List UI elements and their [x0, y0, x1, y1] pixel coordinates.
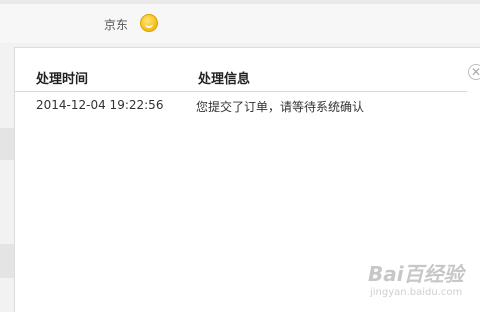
table-header: 处理时间 处理信息	[15, 63, 467, 92]
watermark-url: jingyan.baidu.com	[370, 287, 463, 298]
background-row-strip	[0, 244, 14, 278]
column-header-time: 处理时间	[36, 72, 89, 87]
row-time: 2014-12-04 19:22:56	[36, 98, 164, 112]
table-row: 2014-12-04 19:22:56 您提交了订单，请等待系统确认	[15, 97, 467, 117]
watermark-logo: Bai百经验	[368, 262, 464, 286]
smiley-chat-icon[interactable]	[140, 14, 158, 32]
baidu-jingyan-watermark: Bai百经验 jingyan.baidu.com	[366, 258, 476, 304]
column-header-info: 处理信息	[198, 72, 251, 87]
background-row-strip	[0, 128, 14, 160]
top-bar: 京东	[0, 0, 480, 43]
seller-name[interactable]: 京东	[104, 16, 128, 33]
close-icon[interactable]: ✕	[468, 64, 480, 80]
row-info: 您提交了订单，请等待系统确认	[196, 100, 365, 114]
